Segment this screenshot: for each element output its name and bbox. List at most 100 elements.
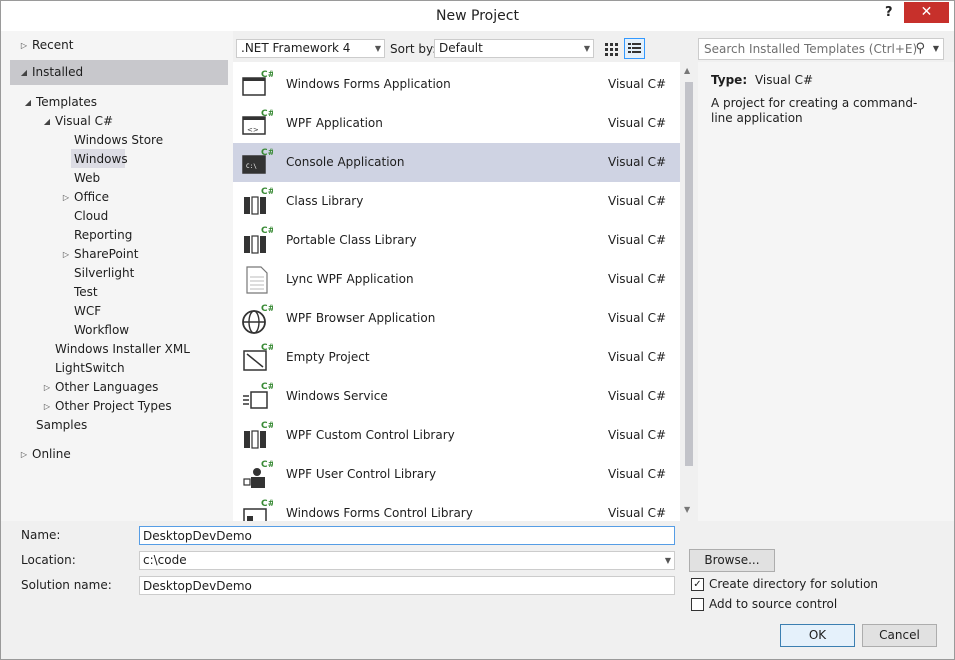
svg-text:C#: C#: [261, 460, 273, 470]
chevron-down-icon[interactable]: ▼: [933, 39, 939, 59]
tree-label: Other Languages: [55, 380, 159, 394]
collapse-arrow-icon[interactable]: ◢: [42, 112, 52, 131]
template-row-wpf-browser-application[interactable]: C# WPF Browser Application Visual C#: [233, 299, 680, 338]
template-row-lync-wpf-application[interactable]: Lync WPF Application Visual C#: [233, 260, 680, 299]
name-label: Name:: [21, 528, 61, 542]
template-name: Windows Service: [286, 389, 388, 403]
tree-item-cloud[interactable]: Cloud: [74, 207, 108, 226]
expand-arrow-icon[interactable]: ▷: [19, 36, 29, 55]
template-language: Visual C#: [608, 506, 667, 520]
svg-text:C#: C#: [261, 499, 273, 509]
console-icon: C:\ C#: [242, 148, 273, 174]
template-row-wpf-application[interactable]: <> C# WPF Application Visual C#: [233, 104, 680, 143]
collapse-arrow-icon[interactable]: ◢: [19, 63, 29, 82]
wpf-application-icon: <> C#: [242, 109, 273, 135]
cancel-button[interactable]: Cancel: [862, 624, 937, 647]
template-name: WPF Custom Control Library: [286, 428, 455, 442]
search-templates-input[interactable]: Search Installed Templates (Ctrl+E) ⚲ ▼: [698, 38, 944, 60]
tree-item-windows-installer-xml[interactable]: Windows Installer XML: [55, 340, 190, 359]
svg-text:C#: C#: [261, 382, 273, 392]
title-bar: New Project ? ✕: [1, 1, 954, 31]
template-row-class-library[interactable]: C# Class Library Visual C#: [233, 182, 680, 221]
svg-text:C#: C#: [261, 343, 273, 353]
tree-item-silverlight[interactable]: Silverlight: [74, 264, 134, 283]
template-row-wpf-user-control-library[interactable]: C# WPF User Control Library Visual C#: [233, 455, 680, 494]
svg-text:C#: C#: [261, 304, 273, 314]
name-field[interactable]: [139, 526, 675, 545]
tree-item-lightswitch[interactable]: LightSwitch: [55, 359, 125, 378]
svg-text:C#: C#: [261, 226, 273, 236]
svg-text:C#: C#: [261, 70, 273, 80]
expand-arrow-icon[interactable]: ▷: [42, 378, 52, 397]
small-icons-view-button[interactable]: [601, 38, 622, 59]
expand-arrow-icon[interactable]: ▷: [19, 445, 29, 464]
collapse-arrow-icon[interactable]: ◢: [23, 93, 33, 112]
help-button[interactable]: ?: [885, 5, 893, 20]
chevron-down-icon: ▼: [664, 556, 671, 565]
source-control-checkbox[interactable]: [691, 598, 704, 611]
control-library-icon: C#: [244, 421, 273, 449]
template-list: C# Windows Forms Application Visual C# <…: [233, 62, 698, 521]
tree-item-web[interactable]: Web: [74, 169, 100, 188]
location-dropdown[interactable]: c:\code ▼: [139, 551, 675, 570]
browse-button[interactable]: Browse...: [689, 549, 775, 572]
template-name: WPF User Control Library: [286, 467, 437, 481]
user-control-icon: C#: [243, 460, 273, 488]
template-row-empty-project[interactable]: C# Empty Project Visual C#: [233, 338, 680, 377]
template-row-wpf-custom-control-library[interactable]: C# WPF Custom Control Library Visual C#: [233, 416, 680, 455]
create-directory-checkbox[interactable]: ✓: [691, 578, 704, 591]
class-library-icon: C#: [244, 187, 273, 215]
template-name: WPF Application: [286, 116, 383, 130]
empty-project-icon: C#: [243, 343, 273, 371]
list-view-button[interactable]: [624, 38, 645, 59]
svg-text:C:\: C:\: [246, 163, 257, 170]
chevron-down-icon: ▼: [374, 44, 381, 53]
source-control-label[interactable]: Add to source control: [709, 597, 837, 611]
template-language: Visual C#: [608, 467, 667, 481]
template-row-windows-forms[interactable]: C# Windows Forms Application Visual C#: [233, 65, 680, 104]
template-row-console-application[interactable]: C:\ C# Console Application Visual C#: [233, 143, 680, 182]
create-directory-label[interactable]: Create directory for solution: [709, 577, 878, 591]
tree-item-samples[interactable]: Samples: [36, 416, 87, 435]
tree-item-windows[interactable]: Windows: [74, 150, 128, 169]
template-list-scrollbar[interactable]: ▲ ▼: [680, 62, 698, 521]
tree-label: SharePoint: [74, 247, 139, 261]
windows-forms-icon: C#: [242, 70, 273, 96]
document-icon: [246, 266, 268, 294]
location-value: c:\code: [143, 553, 187, 567]
scroll-up-icon[interactable]: ▲: [684, 66, 690, 75]
description-text: A project for creating a command-line ap…: [711, 96, 918, 125]
template-row-windows-forms-control-library[interactable]: C# Windows Forms Control Library Visual …: [233, 494, 680, 521]
template-row-windows-service[interactable]: C# Windows Service Visual C#: [233, 377, 680, 416]
close-button[interactable]: ✕: [904, 2, 949, 23]
tree-item-wcf[interactable]: WCF: [74, 302, 101, 321]
svg-text:C#: C#: [261, 148, 273, 158]
template-language: Visual C#: [608, 350, 667, 364]
svg-text:C#: C#: [261, 109, 273, 119]
template-language: Visual C#: [608, 155, 667, 169]
type-value: Visual C#: [754, 73, 814, 87]
template-row-portable-class-library[interactable]: C# Portable Class Library Visual C#: [233, 221, 680, 260]
template-language: Visual C#: [608, 311, 667, 325]
sort-by-dropdown[interactable]: Default ▼: [434, 39, 594, 58]
tree-item-reporting[interactable]: Reporting: [74, 226, 132, 245]
sort-by-value: Default: [439, 41, 483, 55]
tree-item-workflow[interactable]: Workflow: [74, 321, 129, 340]
framework-dropdown[interactable]: .NET Framework 4 ▼: [236, 39, 385, 58]
tree-item-windows-store[interactable]: Windows Store: [74, 131, 163, 150]
tree-label: Visual C#: [55, 114, 114, 128]
expand-arrow-icon[interactable]: ▷: [42, 397, 52, 416]
solution-name-label: Solution name:: [21, 578, 112, 592]
ok-button[interactable]: OK: [780, 624, 855, 647]
template-name: Console Application: [286, 155, 405, 169]
scrollbar-thumb[interactable]: [685, 82, 693, 466]
expand-arrow-icon[interactable]: ▷: [61, 188, 71, 207]
solution-name-field[interactable]: [139, 576, 675, 595]
scroll-down-icon[interactable]: ▼: [684, 505, 690, 514]
tree-item-test[interactable]: Test: [74, 283, 98, 302]
framework-value: .NET Framework 4: [241, 41, 351, 55]
template-language: Visual C#: [608, 194, 667, 208]
expand-arrow-icon[interactable]: ▷: [61, 245, 71, 264]
template-language: Visual C#: [608, 272, 667, 286]
search-icon[interactable]: ⚲: [915, 39, 925, 59]
